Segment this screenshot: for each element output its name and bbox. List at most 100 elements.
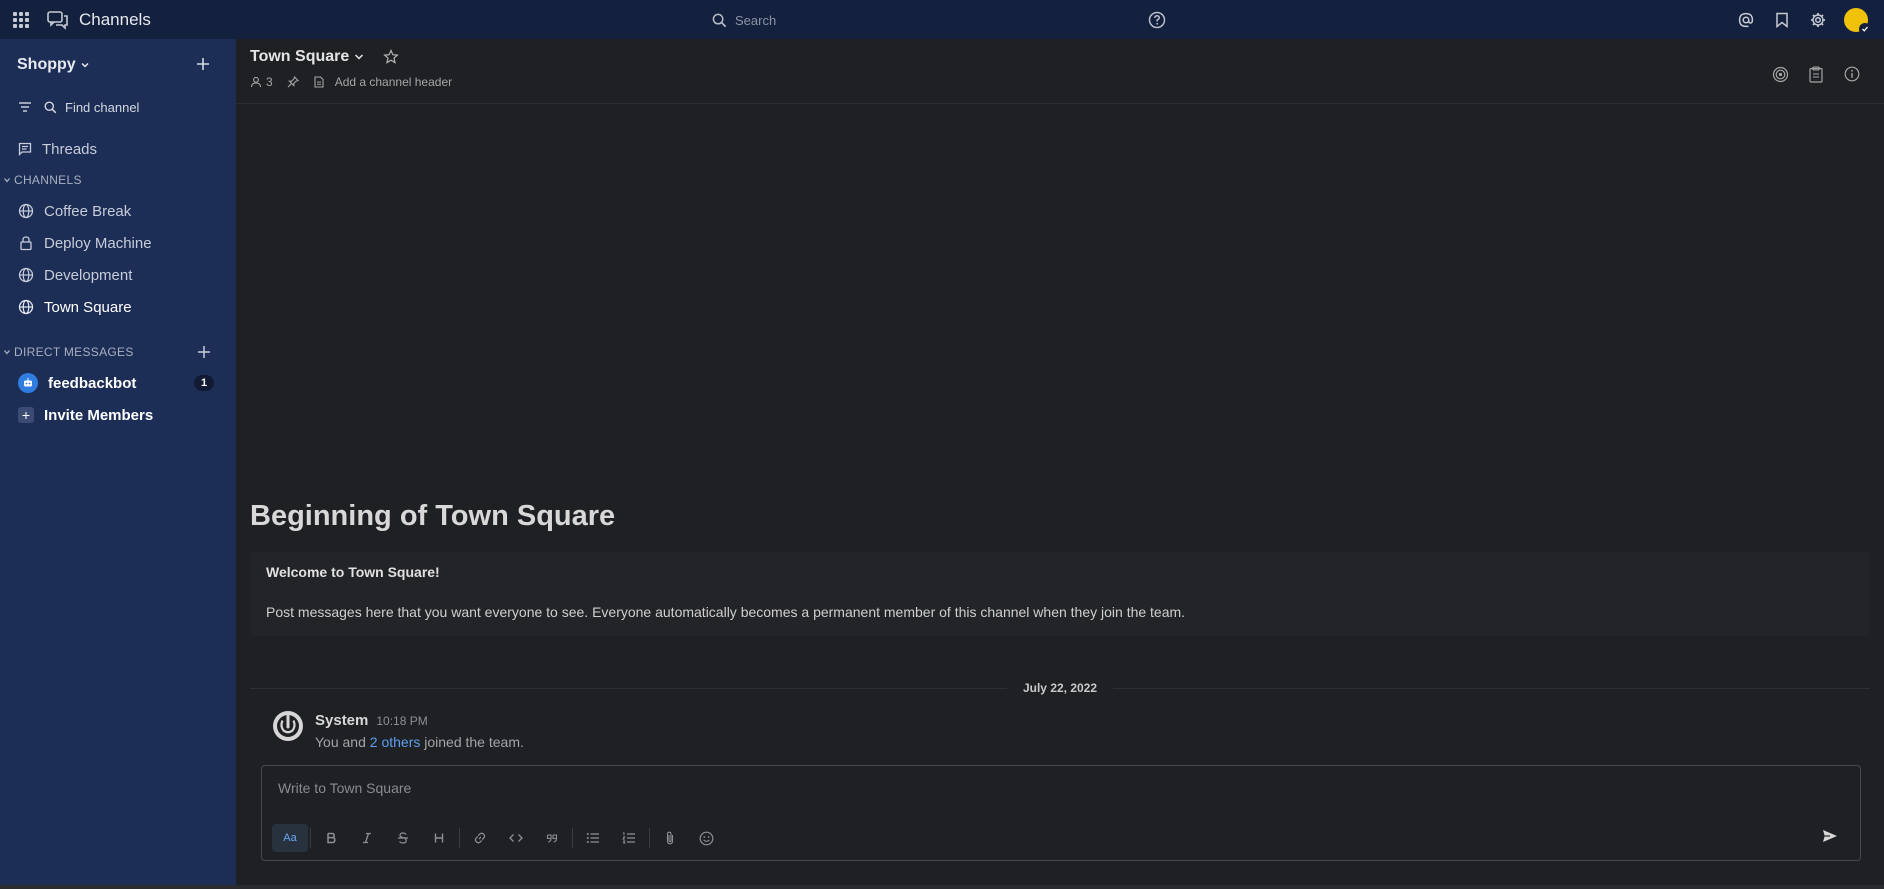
channel-meta-row: 3 Add a channel header (250, 75, 452, 89)
chevron-down-icon[interactable] (353, 51, 365, 63)
sidebar-item-label: Town Square (44, 298, 132, 316)
intro-description: Post messages here that you want everyon… (266, 604, 1186, 620)
channels-product-icon (47, 10, 68, 30)
post-header: System 10:18 PM (315, 712, 428, 729)
date-separator: July 22, 2022 (250, 678, 1870, 698)
message-composer: Write to Town Square Aa (261, 765, 1861, 861)
bold-button[interactable] (313, 824, 349, 852)
italic-button[interactable] (349, 824, 385, 852)
numbered-list-button[interactable] (611, 824, 647, 852)
search-icon (712, 13, 727, 27)
strikethrough-icon (398, 832, 408, 844)
link-icon (474, 832, 486, 844)
chevron-down-icon (4, 350, 10, 355)
channel-title[interactable]: Town Square (250, 48, 349, 66)
paperclip-icon (666, 831, 674, 845)
attach-file-button[interactable] (652, 824, 688, 852)
globe-icon (18, 267, 34, 283)
member-count: 3 (266, 75, 273, 89)
find-channel-input[interactable]: Find channel (44, 100, 139, 115)
find-channel-label: Find channel (65, 99, 140, 115)
toolbar-divider (572, 828, 573, 848)
bulleted-list-icon (586, 833, 599, 843)
user-avatar[interactable] (1844, 7, 1871, 35)
post-text-suffix: joined the team. (424, 734, 524, 750)
sidebar-item-threads[interactable]: Threads (0, 133, 236, 165)
channels-section-header[interactable]: CHANNELS (0, 165, 236, 195)
channel-title-row: Town Square (250, 48, 400, 66)
bold-icon (327, 832, 336, 844)
section-label: CHANNELS (14, 173, 82, 187)
member-count-button[interactable]: 3 (250, 75, 273, 89)
post-message: You and 2 others joined the team. (315, 734, 524, 750)
sidebar-item-label: Deploy Machine (44, 234, 152, 252)
member-icon (250, 76, 262, 88)
italic-icon (363, 832, 371, 844)
code-button[interactable] (498, 824, 534, 852)
global-header: Channels Search (0, 0, 1884, 39)
emoji-button[interactable] (688, 824, 724, 852)
sidebar-item-feedbackbot[interactable]: feedbackbot 1 (0, 367, 236, 399)
add-dm-icon[interactable] (196, 344, 212, 360)
sidebar-item-deploy-machine[interactable]: Deploy Machine (0, 227, 236, 259)
link-button[interactable] (462, 824, 498, 852)
toolbar-divider (649, 828, 650, 848)
global-search-input[interactable]: Search (700, 6, 1140, 34)
post-text-prefix: You and (315, 734, 366, 750)
message-input[interactable]: Write to Town Square (278, 780, 1838, 796)
system-avatar-icon (273, 711, 303, 741)
emoji-icon (699, 831, 713, 845)
bulleted-list-button[interactable] (575, 824, 611, 852)
sidebar-item-label: Invite Members (44, 406, 154, 424)
sidebar-item-label: Development (44, 266, 133, 284)
filter-icon[interactable] (18, 101, 32, 113)
sidebar-item-coffee-break[interactable]: Coffee Break (0, 195, 236, 227)
strikethrough-button[interactable] (385, 824, 421, 852)
sidebar-item-development[interactable]: Development (0, 259, 236, 291)
chevron-down-icon (4, 178, 10, 183)
section-label: DIRECT MESSAGES (14, 345, 134, 359)
help-icon[interactable] (1148, 11, 1166, 29)
saved-messages-button[interactable] (1764, 0, 1800, 39)
boards-button[interactable] (1798, 59, 1834, 89)
search-placeholder: Search (735, 12, 777, 28)
add-channel-icon[interactable] (194, 55, 212, 73)
numbered-list-icon (622, 832, 635, 844)
others-link[interactable]: 2 others (370, 734, 421, 750)
product-switcher-icon[interactable] (13, 11, 29, 28)
heading-button[interactable] (421, 824, 457, 852)
chevron-down-icon[interactable] (80, 60, 90, 70)
quote-button[interactable] (534, 824, 570, 852)
direct-messages-section-header[interactable]: DIRECT MESSAGES (0, 337, 236, 367)
find-channel-row: Find channel (0, 91, 236, 123)
playbooks-button[interactable] (1762, 59, 1798, 89)
product-branding: Channels (0, 0, 151, 39)
plus-icon: + (18, 407, 34, 423)
globe-icon (18, 299, 34, 315)
sidebar-item-town-square[interactable]: Town Square (0, 291, 236, 323)
sidebar-item-label: feedbackbot (48, 374, 137, 392)
add-channel-header-link[interactable]: Add a channel header (335, 75, 452, 89)
date-separator-label: July 22, 2022 (1022, 681, 1098, 695)
toolbar-divider (310, 828, 311, 848)
post-username[interactable]: System (315, 712, 368, 729)
pin-icon[interactable] (287, 76, 299, 88)
system-post: System 10:18 PM You and 2 others joined … (270, 710, 1870, 758)
invite-members-button[interactable]: + Invite Members (0, 399, 236, 431)
heading-icon (434, 833, 444, 843)
gear-icon (1811, 12, 1825, 27)
team-header: Shoppy (0, 39, 236, 91)
post-timestamp[interactable]: 10:18 PM (376, 714, 427, 728)
online-status-icon (1859, 22, 1871, 35)
settings-button[interactable] (1800, 0, 1836, 39)
formatting-toggle-button[interactable]: Aa (272, 824, 308, 852)
sidebar-item-label: Threads (42, 140, 98, 158)
send-button[interactable] (1814, 822, 1846, 850)
team-name-button[interactable]: Shoppy (17, 56, 76, 74)
code-icon (509, 834, 523, 842)
star-icon[interactable] (383, 49, 400, 65)
channel-info-button[interactable] (1834, 59, 1870, 89)
recent-mentions-button[interactable] (1728, 0, 1764, 39)
channel-intro-card: Welcome to Town Square! Post messages he… (250, 552, 1870, 636)
send-icon (1823, 830, 1837, 842)
